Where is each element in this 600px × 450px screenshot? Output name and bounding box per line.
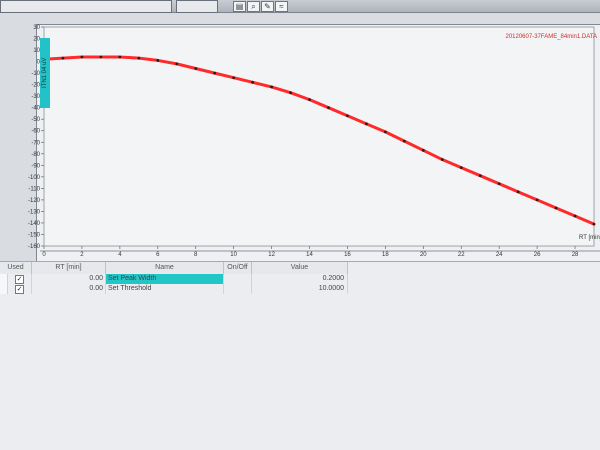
- x-tick-label: 28: [572, 252, 579, 258]
- header-value: Value: [252, 262, 348, 274]
- used-cell: ✓: [8, 284, 32, 294]
- x-tick-label: 0: [42, 252, 46, 258]
- data-point: [289, 91, 292, 95]
- y-tick-label: -150: [28, 232, 41, 238]
- rt-cell: 0.00: [32, 274, 106, 284]
- data-point: [478, 174, 482, 178]
- name-cell: Set Threshold: [106, 284, 224, 294]
- data-point: [194, 67, 198, 70]
- rt-cell: 0.00: [32, 284, 106, 294]
- data-point: [346, 114, 349, 118]
- onoff-cell: [224, 284, 252, 294]
- data-point: [61, 56, 65, 60]
- data-point: [516, 190, 520, 194]
- row-indicator-cell: [0, 284, 8, 294]
- x-tick-label: 10: [230, 252, 237, 258]
- data-point: [99, 55, 103, 59]
- used-checkbox[interactable]: ✓: [15, 285, 24, 294]
- data-point: [175, 62, 179, 66]
- y-tick-label: -90: [31, 163, 40, 169]
- x-tick-label: 2: [80, 252, 84, 258]
- x-tick-label: 8: [194, 252, 198, 258]
- data-point: [383, 130, 387, 134]
- y-tick-label: -80: [31, 152, 40, 158]
- x-tick-label: 12: [268, 252, 275, 258]
- y-tick-label: -120: [28, 198, 41, 204]
- data-point: [402, 139, 406, 143]
- data-point: [213, 71, 217, 75]
- data-point: [308, 98, 311, 102]
- x-tick-label: 20: [420, 252, 427, 258]
- y-tick-label: -140: [28, 221, 41, 227]
- y-tick-label: -50: [31, 117, 40, 123]
- data-point: [327, 106, 330, 110]
- chromatogram-chart: 3020100-10-20-30-40-50-60-70-80-90-100-1…: [0, 25, 600, 262]
- used-checkbox[interactable]: ✓: [15, 275, 24, 284]
- data-point: [535, 198, 539, 202]
- header-rt: RT [min]: [32, 262, 106, 274]
- data-point: [118, 55, 122, 59]
- x-axis-label: RT [min]: [579, 235, 600, 241]
- header-name: Name: [106, 262, 224, 274]
- y-tick-label: -160: [28, 244, 41, 250]
- data-point: [554, 206, 558, 210]
- data-point: [573, 214, 577, 218]
- y-tick-label: -60: [31, 129, 40, 135]
- data-point: [270, 85, 273, 89]
- data-point: [251, 80, 255, 84]
- name-cell: Set Peak Width: [106, 274, 224, 284]
- data-point: [421, 148, 425, 152]
- x-tick-label: 4: [118, 252, 122, 258]
- x-tick-label: 26: [534, 252, 541, 258]
- data-point: [232, 76, 236, 80]
- y-tick-label: 30: [33, 25, 40, 31]
- y-tick-label: -130: [28, 209, 41, 215]
- y-tick-label: -70: [31, 140, 40, 146]
- header-used: Used: [0, 262, 32, 274]
- used-cell: ✓: [8, 274, 32, 284]
- table-row[interactable]: ✓ 0.00 Set Threshold 10.0000: [0, 284, 348, 294]
- events-table: Used RT [min] Name On/Off Value ✓ 0.00 S…: [0, 262, 600, 450]
- x-tick-label: 14: [306, 252, 313, 258]
- data-point: [80, 55, 84, 59]
- x-tick-label: 24: [496, 252, 503, 258]
- table-row[interactable]: ✓ 0.00 Set Peak Width 0.2000: [0, 274, 348, 284]
- data-point: [365, 122, 368, 126]
- x-tick-label: 18: [382, 252, 389, 258]
- data-point: [440, 158, 444, 161]
- x-tick-label: 22: [458, 252, 465, 258]
- side-label: ITN1 04 uV: [40, 38, 50, 108]
- data-point: [497, 182, 501, 186]
- data-point: [459, 166, 463, 170]
- data-point: [156, 59, 160, 62]
- onoff-cell: [224, 274, 252, 284]
- data-point: [592, 222, 596, 226]
- x-tick-label: 6: [156, 252, 160, 258]
- header-onoff: On/Off: [224, 262, 252, 274]
- value-cell: 0.2000: [252, 274, 348, 284]
- y-tick-label: -100: [28, 175, 41, 181]
- file-label: 20120607-37FAME_84min1.DATA: [506, 34, 598, 40]
- data-point: [137, 56, 141, 60]
- x-tick-label: 16: [344, 252, 351, 258]
- row-indicator-cell: [0, 274, 8, 284]
- y-tick-label: -110: [28, 186, 40, 192]
- value-cell: 10.0000: [252, 284, 348, 294]
- plot-area: [43, 26, 595, 247]
